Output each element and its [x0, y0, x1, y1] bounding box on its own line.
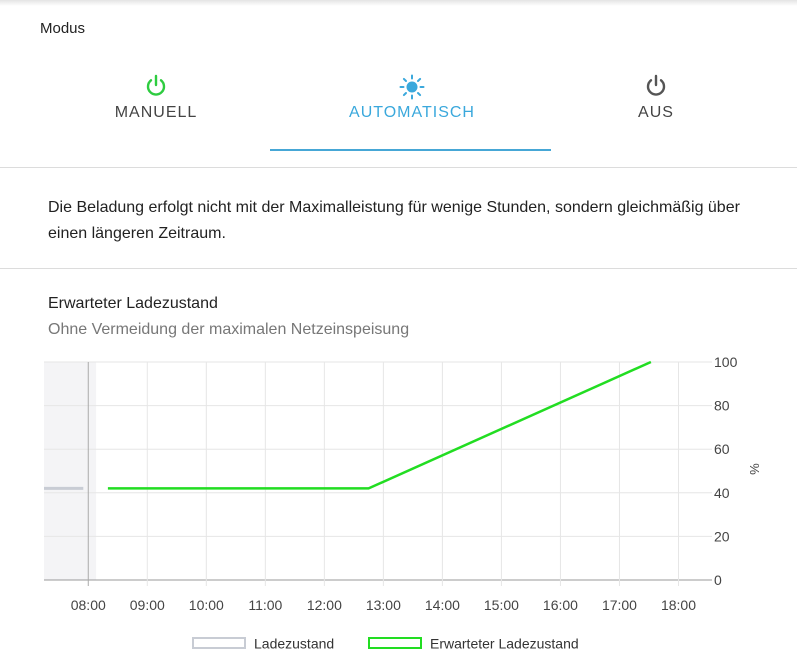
divider: [0, 268, 797, 269]
legend-label-actual: Ladezustand: [254, 635, 335, 652]
x-tick-label: 09:00: [130, 597, 165, 613]
x-tick-label: 16:00: [543, 597, 578, 613]
y-tick-label: 80: [714, 398, 730, 414]
y-tick-label: 20: [714, 528, 730, 544]
modus-label: Modus: [40, 20, 86, 37]
x-tick-label: 08:00: [71, 597, 106, 613]
x-tick-label: 15:00: [484, 597, 519, 613]
series-line-expected: [107, 360, 652, 490]
legend-swatch-expected: [368, 637, 422, 650]
x-tick-label: 14:00: [425, 597, 460, 613]
mode-automatic-label: AUTOMATISCH: [349, 104, 475, 121]
mode-manual-label: MANUELL: [114, 104, 198, 121]
mode-off-button[interactable]: AUS: [600, 74, 712, 134]
chart-subtitle: Ohne Vermeidung der maximalen Netzeinspe…: [48, 321, 410, 338]
selected-tab-indicator: [270, 149, 551, 151]
mode-off-label: AUS: [638, 104, 674, 121]
mode-description: Die Beladung erfolgt nicht mit der Maxim…: [48, 199, 740, 242]
x-tick-label: 13:00: [366, 597, 401, 613]
x-tick-label: 12:00: [307, 597, 342, 613]
divider: [0, 167, 797, 168]
x-tick-label: 11:00: [248, 597, 282, 613]
legend-item-actual[interactable]: Ladezustand: [192, 634, 334, 652]
charge-chart: 0 20 40 60 80 100 08:00 09:00 10:00 11:00 12:00 13:…: [44, 354, 762, 613]
sun-icon: [399, 74, 425, 100]
x-tick-label: 18:00: [661, 597, 696, 613]
mode-automatic-button[interactable]: AUTOMATISCH: [272, 74, 552, 134]
mode-manual-button[interactable]: MANUELL: [100, 74, 212, 134]
y-tick-label: 40: [714, 485, 730, 501]
top-shadow: [0, 0, 797, 6]
chart-title: Erwarteter Ladezustand: [48, 295, 218, 312]
legend-swatch-actual: [192, 637, 246, 650]
x-tick-label: 17:00: [602, 597, 637, 613]
y-axis-label: %: [747, 463, 762, 475]
x-tick-label: 10:00: [189, 597, 224, 613]
legend-item-expected[interactable]: Erwarteter Ladezustand: [368, 634, 579, 652]
y-tick-label: 0: [714, 572, 722, 588]
legend-label-expected: Erwarteter Ladezustand: [430, 635, 579, 652]
y-tick-label: 60: [714, 441, 730, 457]
y-tick-label: 100: [714, 354, 738, 370]
power-icon: [146, 74, 166, 96]
power-off-icon: [646, 74, 666, 96]
